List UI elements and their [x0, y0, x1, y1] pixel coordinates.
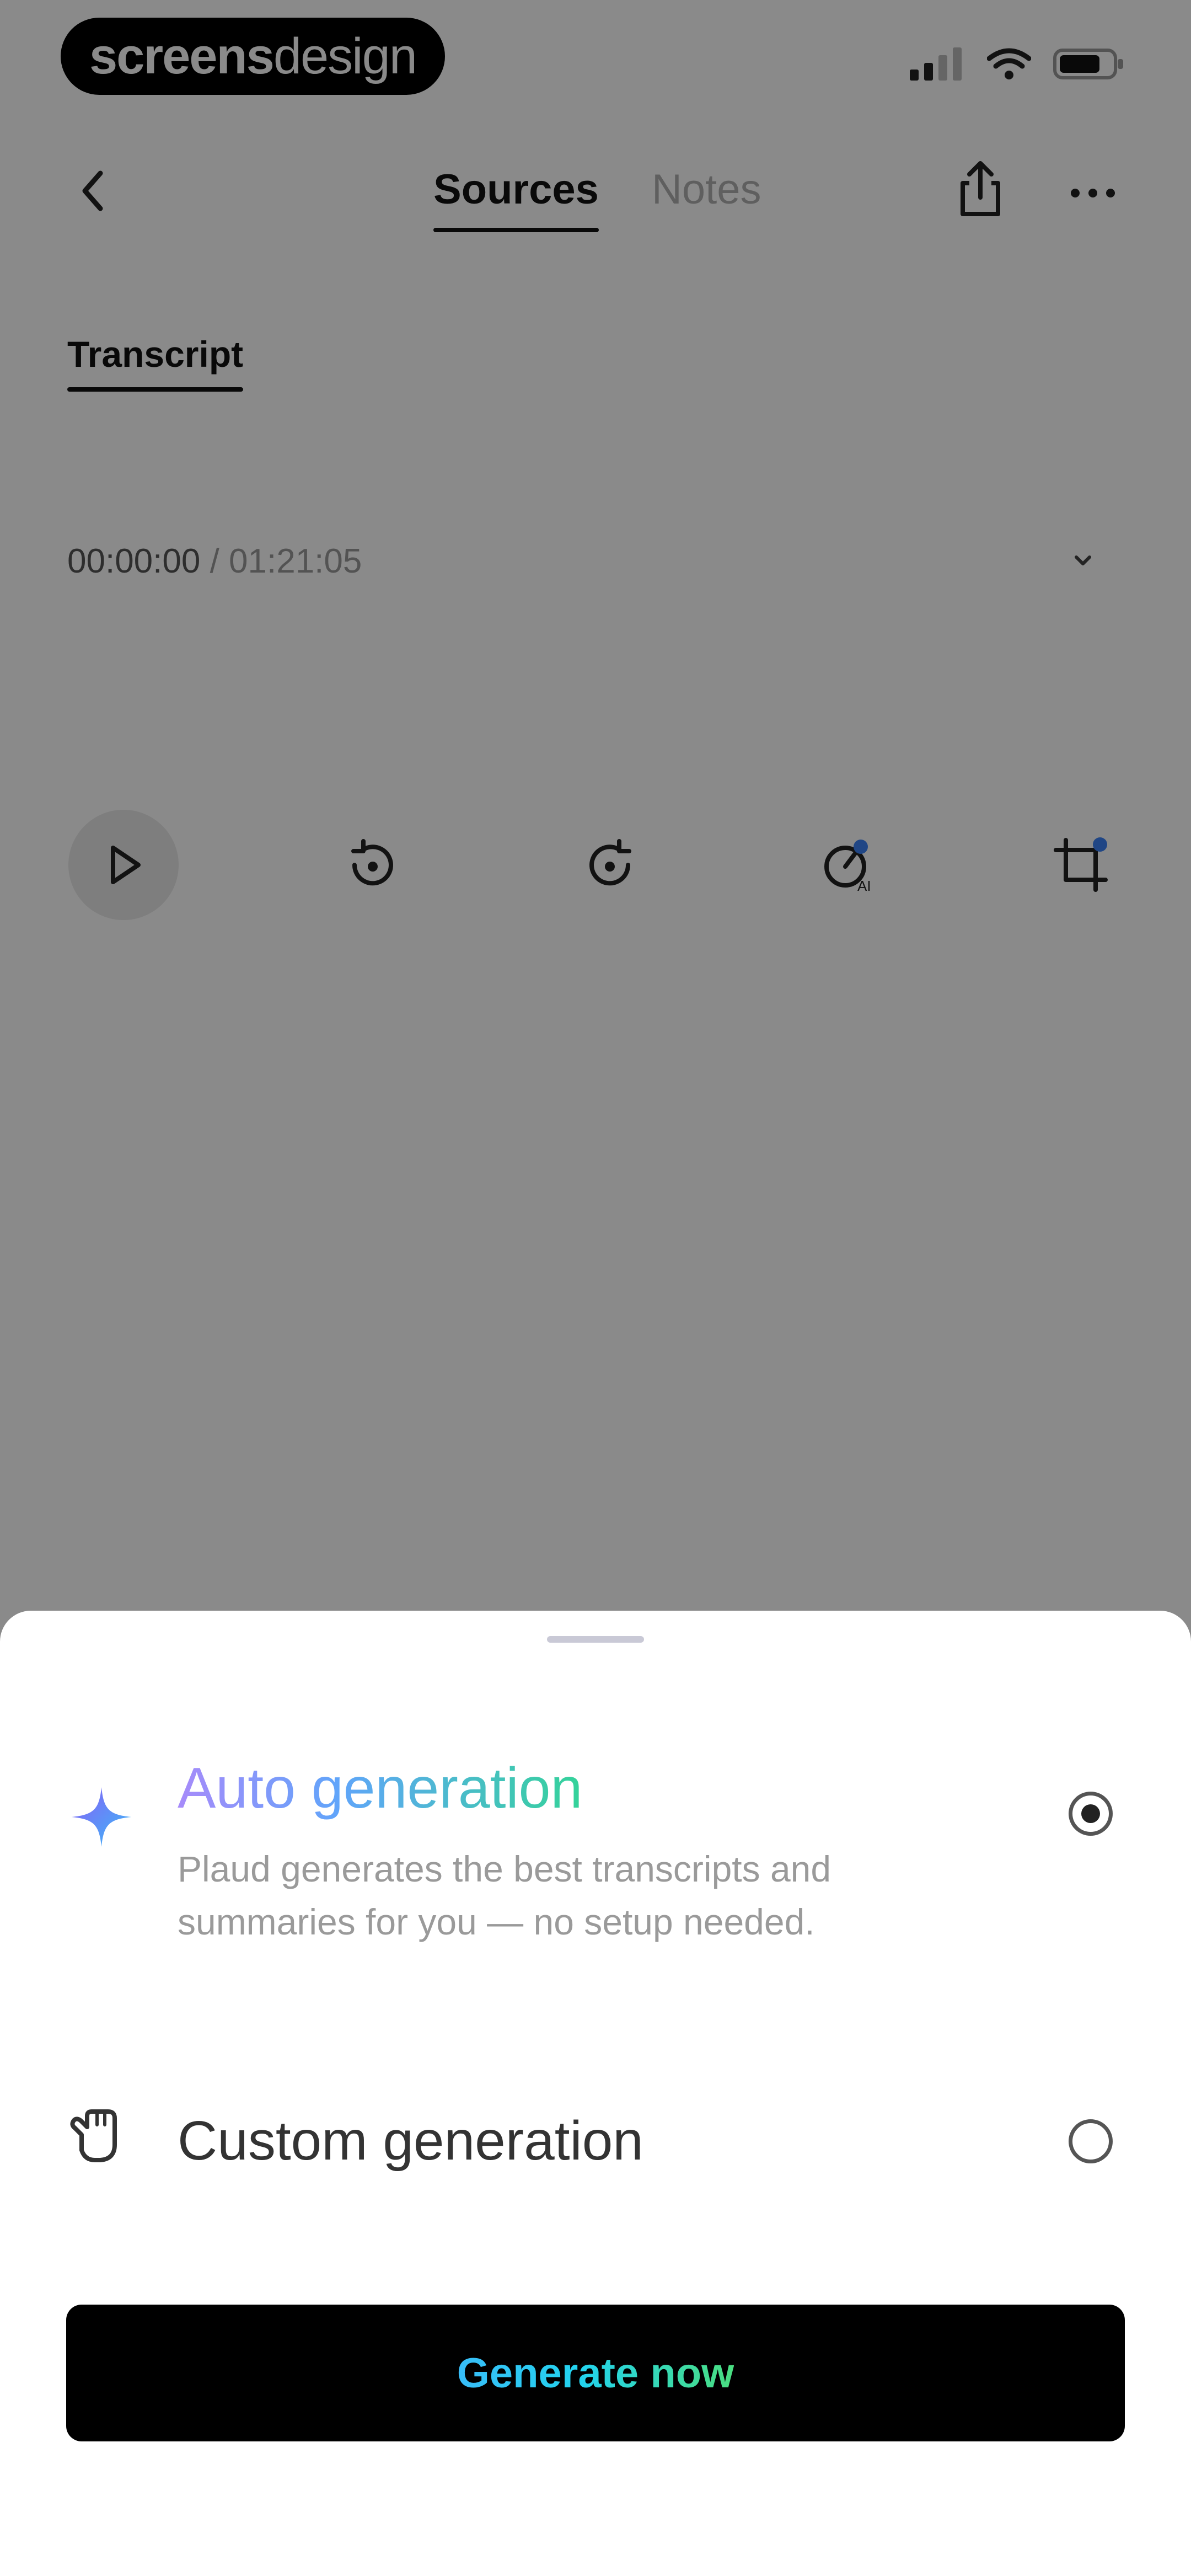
option-custom-generation[interactable]: Custom generation — [0, 2074, 1191, 2184]
sparkle-icon — [72, 1787, 131, 1847]
custom-generation-title: Custom generation — [178, 2110, 643, 2172]
radio-custom-unselected[interactable] — [1069, 2119, 1113, 2163]
sheet-drag-handle[interactable] — [547, 1636, 644, 1643]
app-screen: screens design Sources Notes Transcript … — [0, 0, 1191, 2576]
generate-now-button[interactable]: Generate now — [66, 2305, 1125, 2441]
auto-generation-title: Auto generation — [178, 1754, 582, 1823]
hand-icon — [70, 2109, 117, 2162]
option-auto-generation[interactable]: Auto generation Plaud generates the best… — [0, 1754, 1191, 1953]
auto-generation-description: Plaud generates the best transcripts and… — [178, 1848, 831, 1942]
generation-bottom-sheet: Auto generation Plaud generates the best… — [0, 1611, 1191, 2576]
generate-now-label: Generate now — [457, 2349, 734, 2397]
radio-auto-selected[interactable] — [1069, 1792, 1113, 1836]
